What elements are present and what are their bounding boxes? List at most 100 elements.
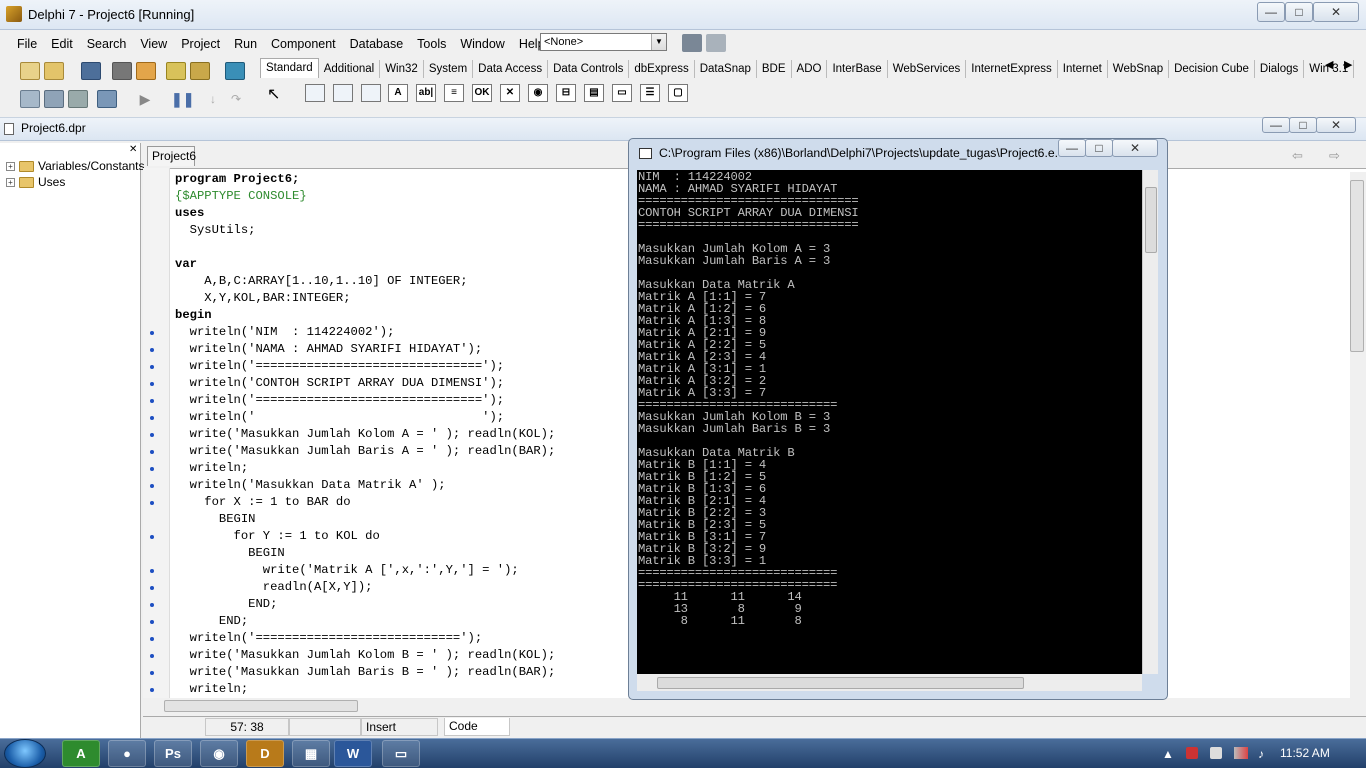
palette-tab-data-access[interactable]: Data Access [473,60,549,78]
breakpoint-dot[interactable] [150,433,154,437]
app-explorer-icon[interactable]: ▦ [292,740,330,767]
palette-tab-internet[interactable]: Internet [1058,60,1108,78]
expand-icon[interactable]: + [6,161,15,171]
save-desktop-icon[interactable] [682,34,702,52]
breakpoint-dot[interactable] [150,620,154,624]
editor-hscroll-thumb[interactable] [164,700,358,712]
help-icon[interactable] [225,62,245,80]
code-line[interactable]: writeln('===============================… [175,358,505,375]
code-line[interactable]: for X := 1 to BAR do [175,494,350,511]
breakpoint-dot[interactable] [150,331,154,335]
code-line[interactable]: uses [175,205,204,222]
label-icon[interactable]: A [388,84,408,102]
save-icon[interactable] [81,62,101,80]
minimize-button[interactable]: — [1257,2,1285,22]
editor-close-button[interactable]: ✕ [1316,117,1356,133]
tree-item-variables[interactable]: + Variables/Constants [6,159,145,173]
code-line[interactable]: writeln('============================'); [175,630,483,647]
desktop-combo[interactable]: <None> [540,33,667,51]
palette-scroll-right-icon[interactable]: ▶ [1344,58,1352,71]
forward-arrow-icon[interactable]: ⇨ [1329,148,1340,164]
breakpoint-dot[interactable] [150,484,154,488]
frames-icon[interactable] [361,84,381,102]
expand-icon[interactable]: + [6,177,15,187]
menu-view[interactable]: View [133,37,174,51]
code-line[interactable]: SysUtils; [175,222,256,239]
tree-item-uses[interactable]: + Uses [6,175,65,189]
chevron-down-icon[interactable]: ▼ [651,34,666,50]
code-line[interactable]: write('Masukkan Jumlah Baris B = ' ); re… [175,664,556,681]
start-button[interactable] [4,739,46,768]
menu-project[interactable]: Project [174,37,227,51]
breakpoint-dot[interactable] [150,416,154,420]
breakpoint-dot[interactable] [150,501,154,505]
new-form-icon[interactable] [97,90,117,108]
breakpoint-dot[interactable] [150,467,154,471]
menu-run[interactable]: Run [227,37,264,51]
checkbox-icon[interactable]: ✕ [500,84,520,102]
palette-tab-bde[interactable]: BDE [757,60,792,78]
console-close-button[interactable]: ✕ [1112,139,1158,157]
code-line[interactable]: BEGIN [175,511,256,528]
breakpoint-dot[interactable] [150,688,154,692]
breakpoint-dot[interactable] [150,348,154,352]
app-player-icon[interactable]: ● [108,740,146,767]
scrollbar-icon[interactable]: ▭ [612,84,632,102]
code-line[interactable]: var [175,256,197,273]
listbox-icon[interactable]: ⊟ [556,84,576,102]
combobox-icon[interactable]: ▤ [584,84,604,102]
code-line[interactable]: writeln('===============================… [175,392,505,409]
radiobutton-icon[interactable]: ◉ [528,84,548,102]
breakpoint-dot[interactable] [150,637,154,641]
back-arrow-icon[interactable]: ⇦ [1292,148,1303,164]
code-line[interactable]: X,Y,KOL,BAR:INTEGER; [175,290,350,307]
console-minimize-button[interactable]: — [1058,139,1086,157]
pointer-icon[interactable]: ↖ [267,84,280,104]
app-console-icon[interactable]: ▭ [382,740,420,767]
pause-icon[interactable]: ❚❚ [171,90,194,108]
app-delphi-icon[interactable]: D [246,740,284,767]
console-maximize-button[interactable]: □ [1085,139,1113,157]
open-icon[interactable] [44,62,64,80]
code-line[interactable]: writeln; [175,460,249,477]
editor-minimize-button[interactable]: — [1262,117,1290,133]
code-line[interactable]: begin [175,307,212,324]
code-line[interactable]: END; [175,596,277,613]
trace-into-icon[interactable]: ↓ [203,90,223,108]
editor-maximize-button[interactable]: □ [1289,117,1317,133]
menu-search[interactable]: Search [80,37,134,51]
breakpoint-dot[interactable] [150,603,154,607]
save-all-icon[interactable] [112,62,132,80]
code-line[interactable]: write('Matrik A [',x,':',Y,'] = '); [175,562,519,579]
palette-tab-data-controls[interactable]: Data Controls [548,60,630,78]
app-avast-icon[interactable]: A [62,740,100,767]
tab-project6[interactable]: Project6 [147,146,196,166]
code-line[interactable]: write('Masukkan Jumlah Kolom A = ' ); re… [175,426,556,443]
code-line[interactable]: writeln('CONTOH SCRIPT ARRAY DUA DIMENSI… [175,375,505,392]
code-line[interactable]: readln(A[X,Y]); [175,579,373,596]
step-over-icon[interactable]: ↷ [226,90,246,108]
edit-icon[interactable]: ab| [416,84,436,102]
code-line[interactable]: A,B,C:ARRAY[1..10,1..10] OF INTEGER; [175,273,467,290]
app-photoshop-icon[interactable]: Ps [154,740,192,767]
code-line[interactable]: program Project6; [175,171,299,188]
view-form-icon[interactable] [44,90,64,108]
app-word-icon[interactable]: W [334,740,372,767]
code-line[interactable]: {$APPTYPE CONSOLE} [175,188,307,205]
remove-file-icon[interactable] [190,62,210,80]
close-button[interactable]: ✕ [1313,2,1359,22]
view-unit-icon[interactable] [20,90,40,108]
groupbox-icon[interactable]: ☰ [640,84,660,102]
code-line[interactable]: writeln('Masukkan Data Matrik A' ); [175,477,446,494]
code-line[interactable]: write('Masukkan Jumlah Kolom B = ' ); re… [175,647,556,664]
menu-component[interactable]: Component [264,37,343,51]
clock[interactable]: 11:52 AM [1280,746,1330,760]
palette-tab-datasnap[interactable]: DataSnap [695,60,757,78]
palette-tab-websnap[interactable]: WebSnap [1108,60,1170,78]
code-line[interactable]: END; [175,613,248,630]
palette-tab-ado[interactable]: ADO [792,60,828,78]
close-explorer-icon[interactable]: ✕ [129,144,137,155]
add-file-icon[interactable] [166,62,186,80]
palette-tab-dialogs[interactable]: Dialogs [1255,60,1305,78]
popupmenu-icon[interactable] [333,84,353,102]
